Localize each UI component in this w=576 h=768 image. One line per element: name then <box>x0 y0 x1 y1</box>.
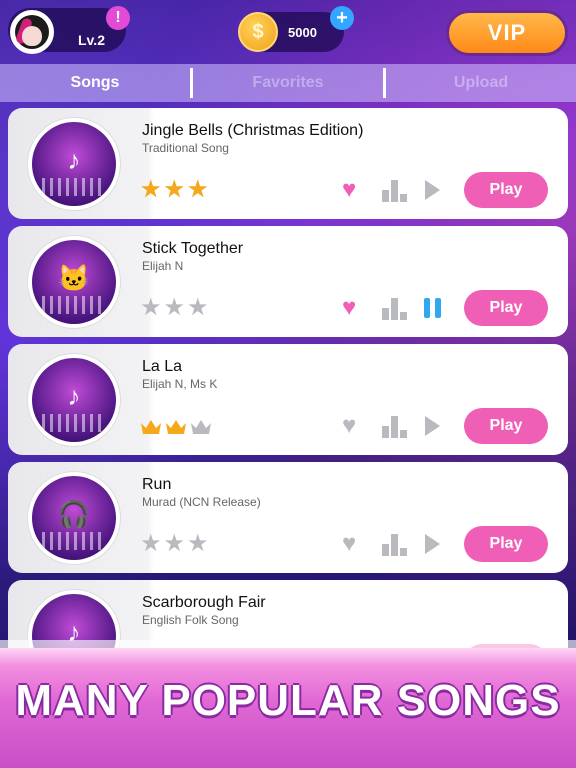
tab-favorites[interactable]: Favorites <box>193 64 383 102</box>
avatar-face <box>22 26 42 46</box>
song-disc-icon: 🎧 <box>57 499 91 529</box>
heart-icon[interactable]: ♥ <box>342 414 356 438</box>
star-icon: ★ <box>163 176 188 203</box>
song-disc-art: ♪ <box>32 358 116 442</box>
add-coins-button[interactable]: + <box>330 6 354 30</box>
crown-icon <box>166 419 186 434</box>
crown-icon <box>191 419 211 434</box>
song-disc-icon: ♪ <box>67 145 81 175</box>
star-icon: ★ <box>163 294 188 321</box>
player-level: Lv.2 <box>78 32 105 48</box>
play-button[interactable]: Play <box>464 172 548 208</box>
song-title: Stick Together <box>142 240 244 257</box>
star-icon: ★ <box>187 294 211 321</box>
song-disc-art: 🎧 <box>32 476 116 560</box>
song-artist: Murad (NCN Release) <box>142 495 261 509</box>
song-disc-art: 🐱 <box>32 240 116 324</box>
play-button[interactable]: Play <box>464 526 548 562</box>
leaderboard-icon[interactable] <box>382 534 408 556</box>
preview-play-icon[interactable] <box>425 416 440 436</box>
song-disc: 🎧 <box>28 472 120 564</box>
song-title: La La <box>142 358 183 375</box>
song-title: Run <box>142 476 172 493</box>
equalizer-dots <box>42 532 106 550</box>
song-card[interactable]: 🐱 Stick Together Elijah N ★★★ ♥ Play <box>8 226 568 337</box>
song-artist: Traditional Song <box>142 141 229 155</box>
star-icon: ★ <box>163 530 188 557</box>
tab-upload[interactable]: Upload <box>386 64 576 102</box>
star-icon: ★ <box>140 530 164 557</box>
song-disc-art: ♪ <box>32 122 116 206</box>
promo-banner-text: MANY POPULAR SONGS <box>15 676 561 725</box>
notification-icon[interactable]: ! <box>106 6 130 30</box>
song-artist: Elijah N, Ms K <box>142 377 218 391</box>
song-disc-icon: 🐱 <box>57 263 91 293</box>
equalizer-dots <box>42 178 106 196</box>
song-rating: ★★★ <box>140 531 211 557</box>
avatar[interactable] <box>10 10 54 54</box>
coin-balance: 5000 <box>288 25 317 40</box>
vip-button[interactable]: VIP <box>446 10 568 56</box>
star-icon: ★ <box>187 530 211 557</box>
play-button[interactable]: Play <box>464 408 548 444</box>
play-button[interactable]: Play <box>464 290 548 326</box>
heart-icon[interactable]: ♥ <box>342 532 356 556</box>
pause-icon[interactable] <box>424 298 442 318</box>
song-disc: 🐱 <box>28 236 120 328</box>
song-rating: ★★★ <box>140 295 211 321</box>
preview-play-icon[interactable] <box>425 180 440 200</box>
song-rating <box>140 413 215 439</box>
star-icon: ★ <box>140 176 164 203</box>
equalizer-dots <box>42 414 106 432</box>
leaderboard-icon[interactable] <box>382 180 408 202</box>
equalizer-dots <box>42 296 106 314</box>
song-list: ♪ Jingle Bells (Christmas Edition) Tradi… <box>8 108 568 698</box>
coin-icon: $ <box>238 12 278 52</box>
song-disc: ♪ <box>28 354 120 446</box>
top-bar: Lv.2 ! $ 5000 + VIP <box>0 0 576 64</box>
leaderboard-icon[interactable] <box>382 298 408 320</box>
song-disc-icon: ♪ <box>67 381 81 411</box>
preview-play-icon[interactable] <box>425 534 440 554</box>
tab-bar: Songs Favorites Upload <box>0 64 576 102</box>
leaderboard-icon[interactable] <box>382 416 408 438</box>
star-icon: ★ <box>140 294 164 321</box>
song-rating: ★★★ <box>140 177 211 203</box>
heart-icon[interactable]: ♥ <box>342 178 356 202</box>
tab-songs[interactable]: Songs <box>0 64 190 102</box>
song-title: Scarborough Fair <box>142 594 266 611</box>
crown-icon <box>141 419 161 434</box>
song-card[interactable]: 🎧 Run Murad (NCN Release) ★★★ ♥ Play <box>8 462 568 573</box>
song-title: Jingle Bells (Christmas Edition) <box>142 122 364 139</box>
heart-icon[interactable]: ♥ <box>342 296 356 320</box>
song-disc: ♪ <box>28 118 120 210</box>
song-card[interactable]: ♪ Jingle Bells (Christmas Edition) Tradi… <box>8 108 568 219</box>
song-artist: Elijah N <box>142 259 184 273</box>
song-artist: English Folk Song <box>142 613 239 627</box>
star-icon: ★ <box>187 176 211 203</box>
song-card[interactable]: ♪ La La Elijah N, Ms K ♥ Play <box>8 344 568 455</box>
